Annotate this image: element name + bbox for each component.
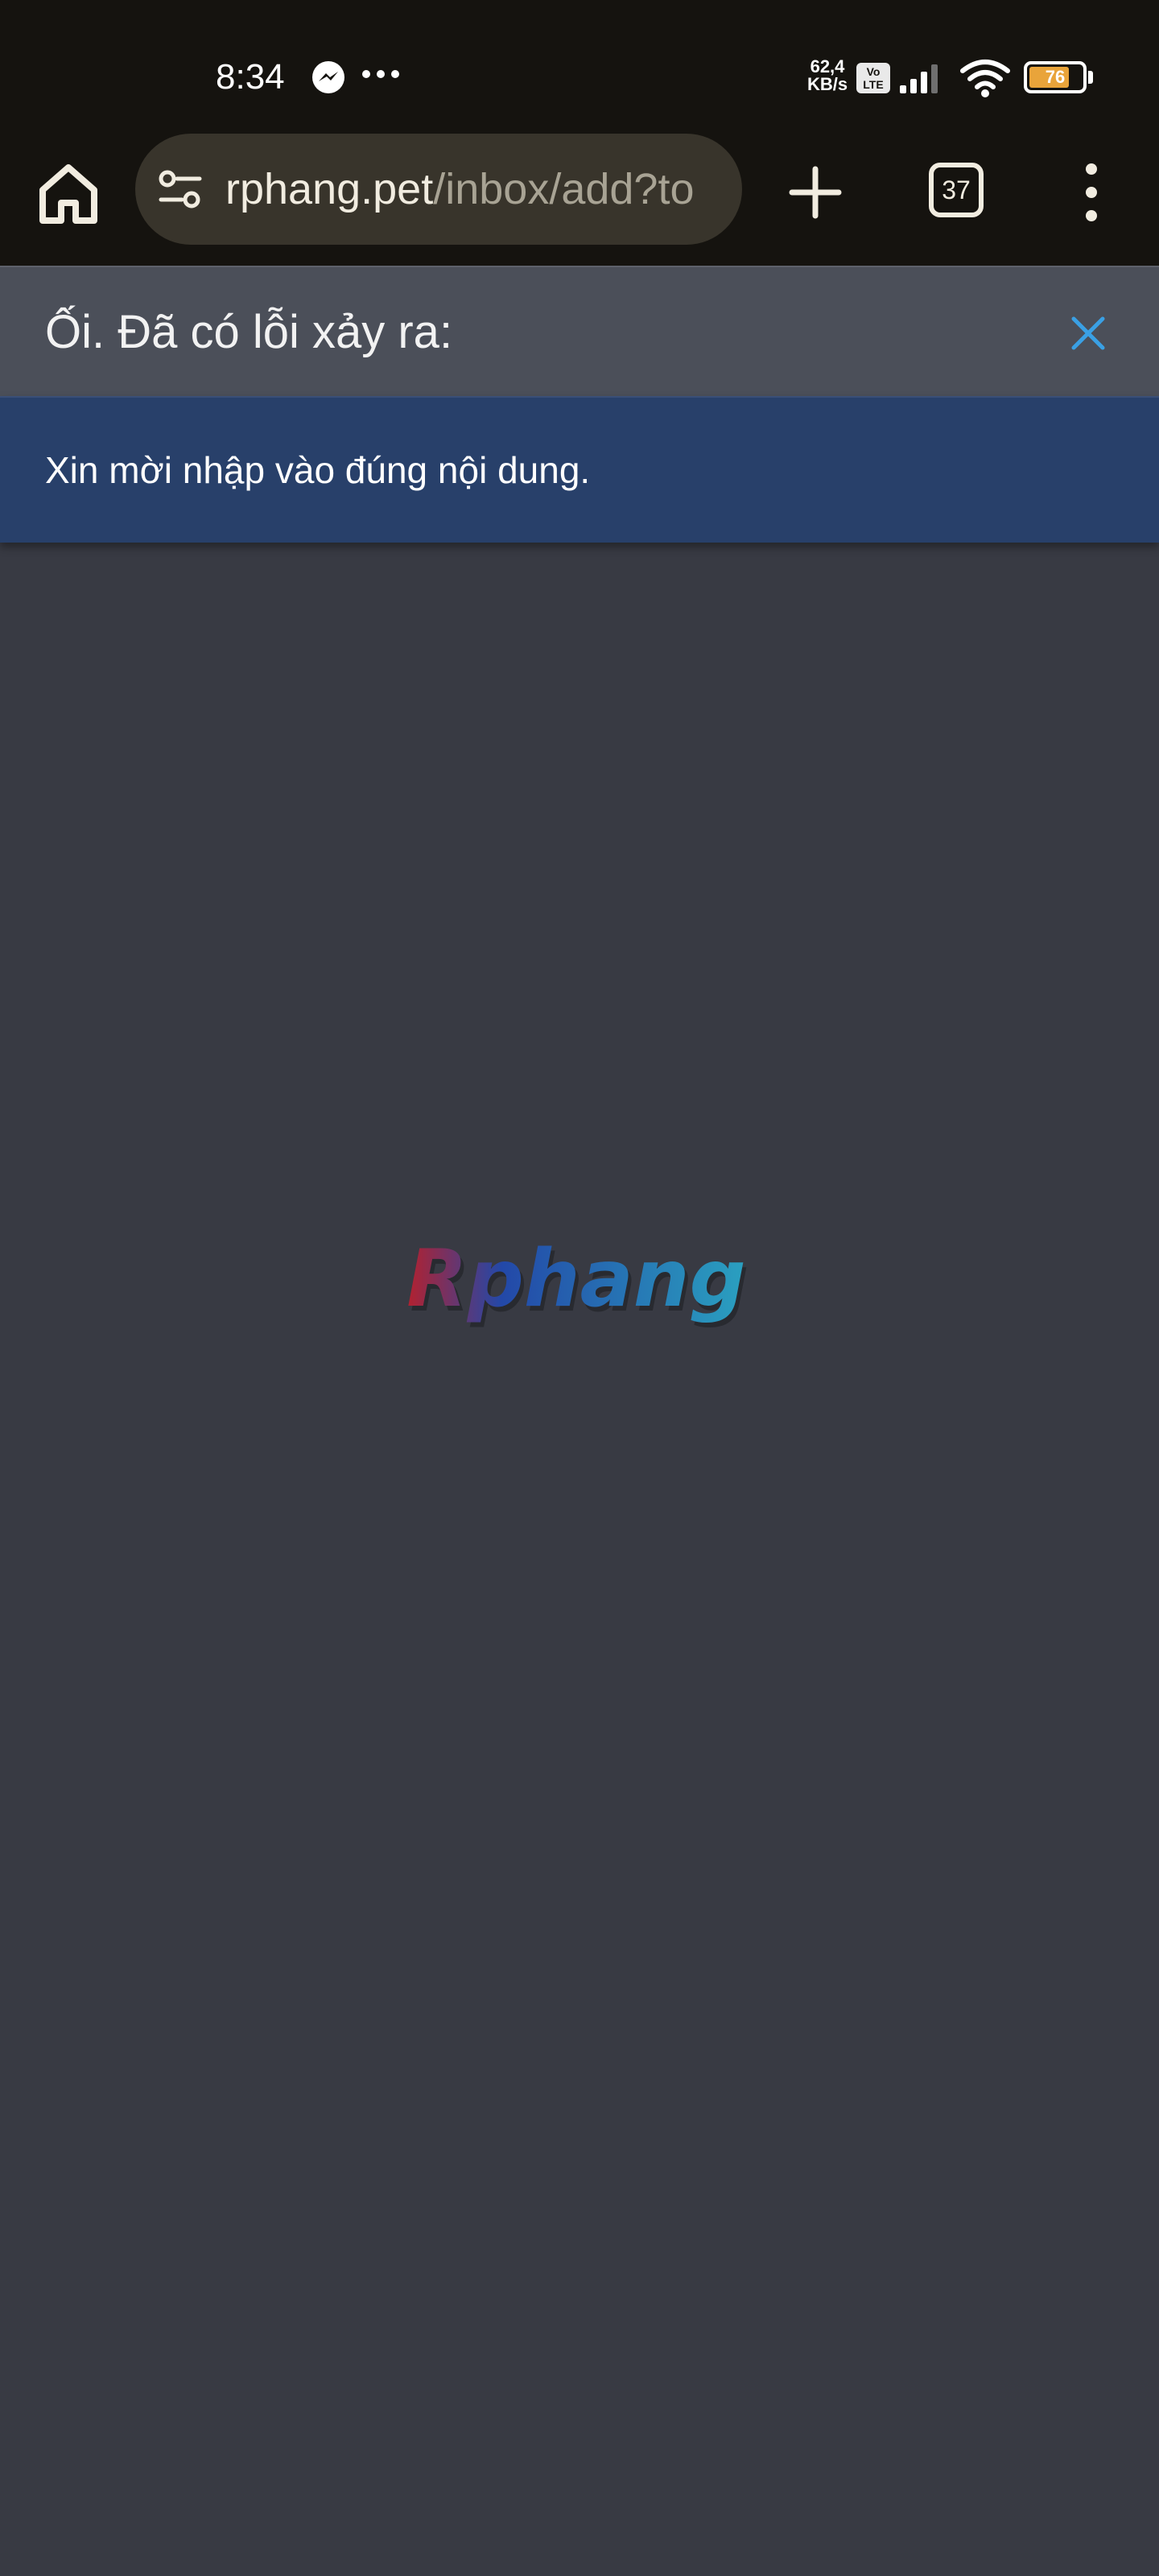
signal-icon bbox=[900, 64, 938, 93]
more-vert-icon[interactable] bbox=[1067, 158, 1116, 227]
network-speed-unit: KB/s bbox=[806, 74, 848, 94]
url-bar[interactable]: rphang.pet/inbox/add?to bbox=[135, 134, 742, 245]
url-domain: rphang.pet bbox=[225, 165, 434, 213]
status-time: 8:34 bbox=[216, 57, 285, 97]
rphang-logo: Rphang Rphang bbox=[406, 1233, 749, 1330]
url-path: /inbox/add?to bbox=[433, 165, 695, 213]
battery-icon: 76 bbox=[1024, 61, 1093, 93]
home-icon[interactable] bbox=[32, 158, 105, 230]
messenger-icon bbox=[312, 61, 344, 93]
battery-tip bbox=[1088, 71, 1093, 84]
volte-line1: Vo bbox=[866, 65, 881, 78]
battery-level: 76 bbox=[1045, 67, 1066, 87]
error-title: Ối. Đã có lỗi xảy ra: bbox=[45, 306, 453, 358]
site-settings-icon[interactable] bbox=[158, 169, 203, 211]
more-dots-icon bbox=[362, 70, 399, 78]
network-speed: 62,4 KB/s bbox=[803, 58, 852, 93]
url-text[interactable]: rphang.pet/inbox/add?to bbox=[225, 134, 728, 245]
error-message: Xin mời nhập vào đúng nội dung. bbox=[45, 449, 591, 491]
wifi-icon bbox=[960, 60, 1010, 97]
network-speed-value: 62,4 bbox=[810, 56, 845, 76]
status-bar: 8:34 62,4 KB/s Vo LTE 76 bbox=[0, 0, 1159, 129]
close-icon[interactable] bbox=[1062, 308, 1114, 359]
browser-toolbar: rphang.pet/inbox/add?to 37 bbox=[0, 129, 1159, 266]
plus-icon[interactable] bbox=[781, 158, 850, 227]
error-message-panel: Xin mời nhập vào đúng nội dung. bbox=[0, 396, 1159, 543]
volte-badge: Vo LTE bbox=[856, 63, 890, 93]
tab-switcher-button[interactable]: 37 bbox=[929, 163, 984, 217]
logo-text: Rphang bbox=[406, 1233, 745, 1325]
volte-line2: LTE bbox=[863, 78, 884, 91]
error-header: Ối. Đã có lỗi xảy ra: bbox=[0, 266, 1159, 396]
